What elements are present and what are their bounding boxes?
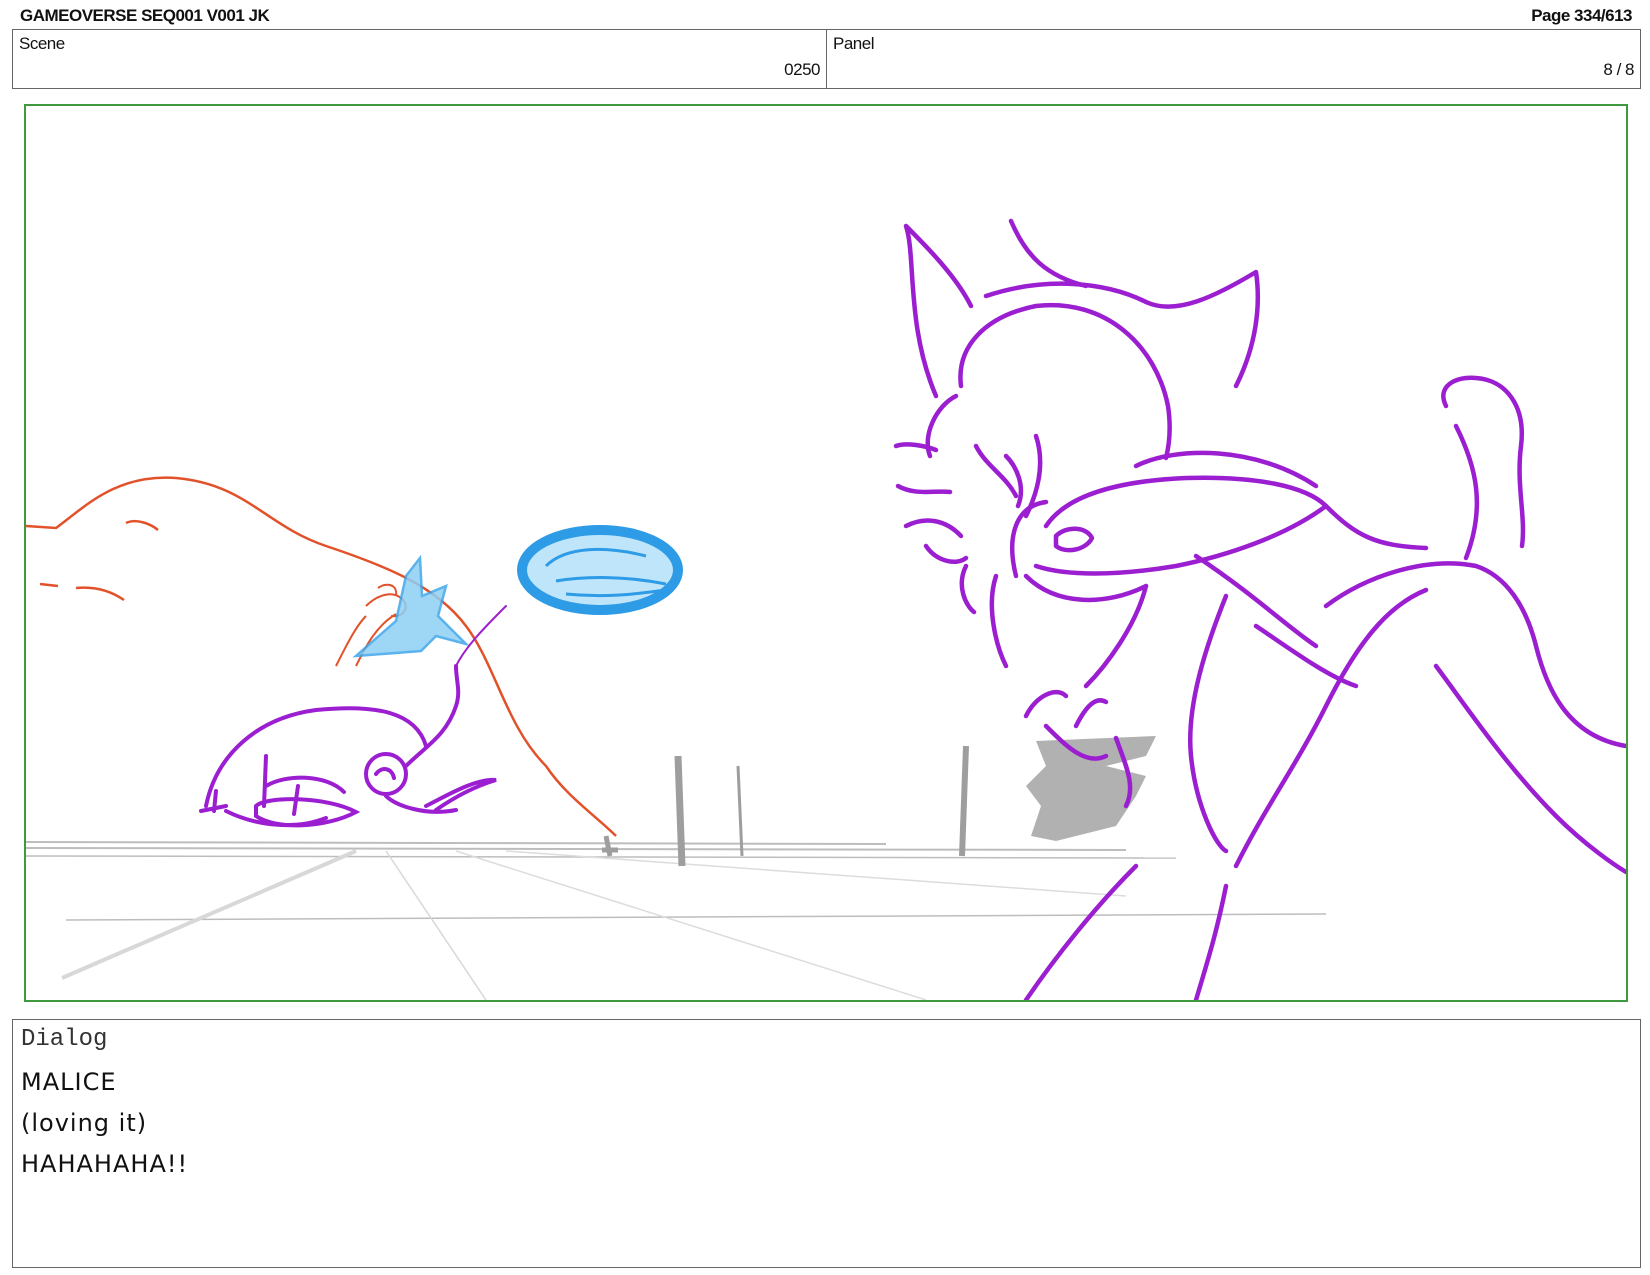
dialog-box: Dialog MALICE (loving it) HAHAHAHA!! — [12, 1019, 1641, 1268]
rock-pile — [1026, 736, 1156, 841]
dialog-direction: (loving it) — [21, 1109, 148, 1137]
dialog-character: MALICE — [21, 1068, 117, 1096]
scene-number: 0250 — [784, 60, 820, 79]
storyboard-frame — [24, 104, 1628, 1002]
panel-number: 8 / 8 — [1603, 60, 1634, 79]
orange-swoosh — [26, 476, 617, 837]
energy-blob — [517, 525, 683, 615]
dialog-label: Dialog — [21, 1026, 108, 1053]
header-title: GAMEOVERSE SEQ001 V001 JK — [20, 6, 270, 25]
dialog-speech: HAHAHAHA!! — [21, 1150, 189, 1178]
background-props — [602, 745, 969, 867]
panel-box: Panel 8 / 8 — [826, 29, 1641, 89]
page-number: Page 334/613 — [1531, 6, 1632, 25]
panel-label: Panel — [833, 34, 874, 53]
large-character — [893, 218, 1626, 1000]
ground-lines — [26, 841, 1327, 1000]
scene-box: Scene 0250 — [12, 29, 827, 89]
scene-label: Scene — [19, 34, 65, 53]
sketch-drawing — [26, 218, 1626, 1000]
